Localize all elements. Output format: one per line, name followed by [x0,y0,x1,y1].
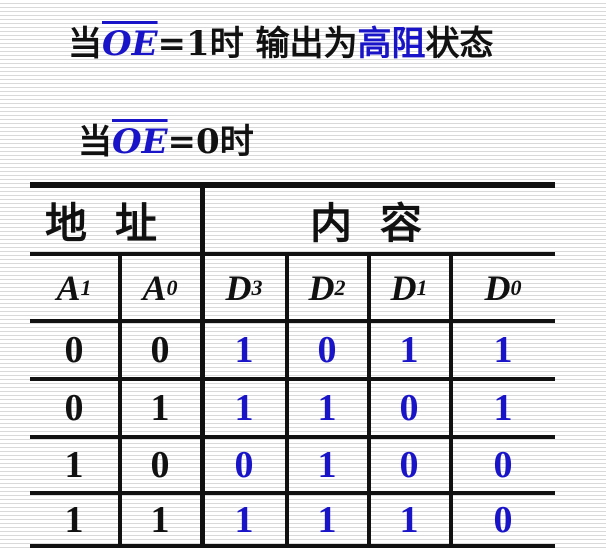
column-header-a0: A0 [142,267,178,308]
content-bit-cell: 1 [317,498,337,541]
line1-rest: =1时 输出为 [157,24,358,64]
oe-signal: OE [112,122,168,162]
line2-rest: =0时 [167,122,254,162]
content-header: 内容 [309,198,450,248]
line1-suffix: 状态 [425,24,494,64]
oe-signal: OE [102,24,158,64]
content-bit-cell: 1 [234,387,254,429]
content-bit-cell: 1 [317,387,337,429]
content-bit-cell: 1 [234,498,254,541]
table-bottom-rule [30,544,555,548]
address-bit-cell: 0 [64,329,84,371]
column-header-d2: D2 [308,267,346,308]
oe-high-statement: 当OE=1时 输出为高阻状态 [68,20,494,68]
oe-low-statement: 当OE=0时 [78,118,254,166]
column-header-d1: D1 [390,267,428,308]
address-bit-cell: 0 [150,329,170,371]
content-bit-cell: 0 [399,387,419,429]
line2-prefix: 当 [78,122,112,162]
column-header-a1: A1 [56,267,92,308]
address-bit-cell: 1 [64,444,84,486]
address-bit-cell: 1 [150,387,170,429]
content-bit-cell: 1 [317,444,337,486]
address-bit-cell: 0 [150,444,170,486]
content-bit-cell: 1 [399,498,419,541]
address-bit-cell: 1 [150,498,170,541]
content-bit-cell: 0 [493,498,513,541]
content-bit-cell: 1 [493,329,513,371]
high-impedance-term: 高阻 [357,24,426,64]
content-bit-cell: 0 [234,444,254,486]
address-bit-cell: 1 [64,498,84,541]
address-bit-cell: 0 [64,387,84,429]
content-bit-cell: 0 [493,444,513,486]
content-bit-cell: 1 [493,387,513,429]
address-header: 地址 [44,198,185,248]
content-bit-cell: 1 [399,329,419,371]
column-header-d3: D3 [225,267,263,308]
truth-table: 地址 内容 A1 A0 D3 D2 D1 D0 0 0 1 0 1 1 0 1 1 1 0 1 1 0 0 1 0 0 1 1 1… [30,182,555,548]
line1-prefix: 当 [68,24,102,64]
column-header-d0: D0 [484,267,522,308]
content-bit-cell: 0 [317,329,337,371]
content-bit-cell: 1 [234,329,254,371]
content-bit-cell: 0 [399,444,419,486]
